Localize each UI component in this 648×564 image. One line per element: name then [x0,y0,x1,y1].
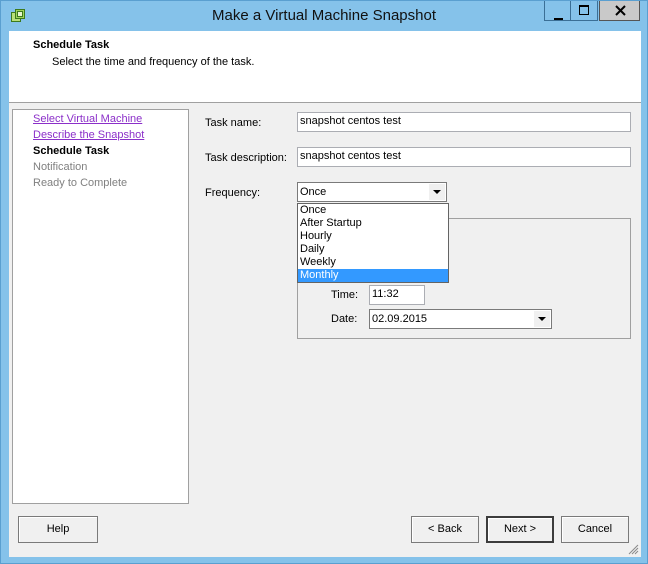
task-name-label: Task name: [205,117,262,129]
cancel-button[interactable]: Cancel [561,516,629,543]
page-subtitle: Select the time and frequency of the tas… [52,56,255,68]
date-picker[interactable]: 02.09.2015 [369,309,552,329]
wizard-window: Make a Virtual Machine Snapshot Schedule… [0,0,648,564]
chevron-down-icon [538,317,546,321]
frequency-option-weekly[interactable]: Weekly [298,256,448,269]
frequency-option-after-startup[interactable]: After Startup [298,217,448,230]
maximize-button[interactable] [571,1,598,21]
frequency-dropdown-button[interactable] [429,184,445,200]
next-button[interactable]: Next > [486,516,554,543]
date-label: Date: [331,313,358,325]
close-button[interactable] [599,1,640,21]
date-value: 02.09.2015 [372,313,428,325]
task-description-input[interactable]: snapshot centos test [297,147,631,167]
step-schedule-task: Schedule Task [33,145,110,157]
step-notification: Notification [33,161,88,173]
step-select-virtual-machine[interactable]: Select Virtual Machine [33,113,142,125]
frequency-label: Frequency: [205,187,261,199]
title-bar[interactable]: Make a Virtual Machine Snapshot [1,1,647,31]
step-describe-the-snapshot[interactable]: Describe the Snapshot [33,129,144,141]
back-button[interactable]: < Back [411,516,479,543]
frequency-dropdown-list: Once After Startup Hourly Daily Weekly M… [297,203,449,283]
task-name-input[interactable]: snapshot centos test [297,112,631,132]
minimize-button[interactable] [544,1,571,21]
date-dropdown-button[interactable] [534,311,550,327]
wizard-body: Schedule Task Select the time and freque… [9,31,641,557]
frequency-option-monthly[interactable]: Monthly [298,269,448,282]
frequency-option-daily[interactable]: Daily [298,243,448,256]
chevron-down-icon [433,190,441,194]
close-icon [615,5,626,19]
resize-grip-icon[interactable] [627,543,639,555]
frequency-option-once[interactable]: Once [298,204,448,217]
wizard-steps-panel: Select Virtual Machine Describe the Snap… [12,109,189,504]
frequency-option-hourly[interactable]: Hourly [298,230,448,243]
wizard-header: Schedule Task Select the time and freque… [9,31,641,103]
time-label: Time: [331,289,359,301]
step-ready-to-complete: Ready to Complete [33,177,128,189]
minimize-icon [554,12,563,24]
page-title: Schedule Task [33,39,110,51]
time-input[interactable]: 11:32 [369,285,425,305]
task-description-label: Task description: [205,152,287,164]
frequency-select[interactable]: Once [297,182,447,202]
maximize-icon [579,5,589,18]
help-button[interactable]: Help [18,516,98,543]
frequency-value: Once [300,186,327,198]
